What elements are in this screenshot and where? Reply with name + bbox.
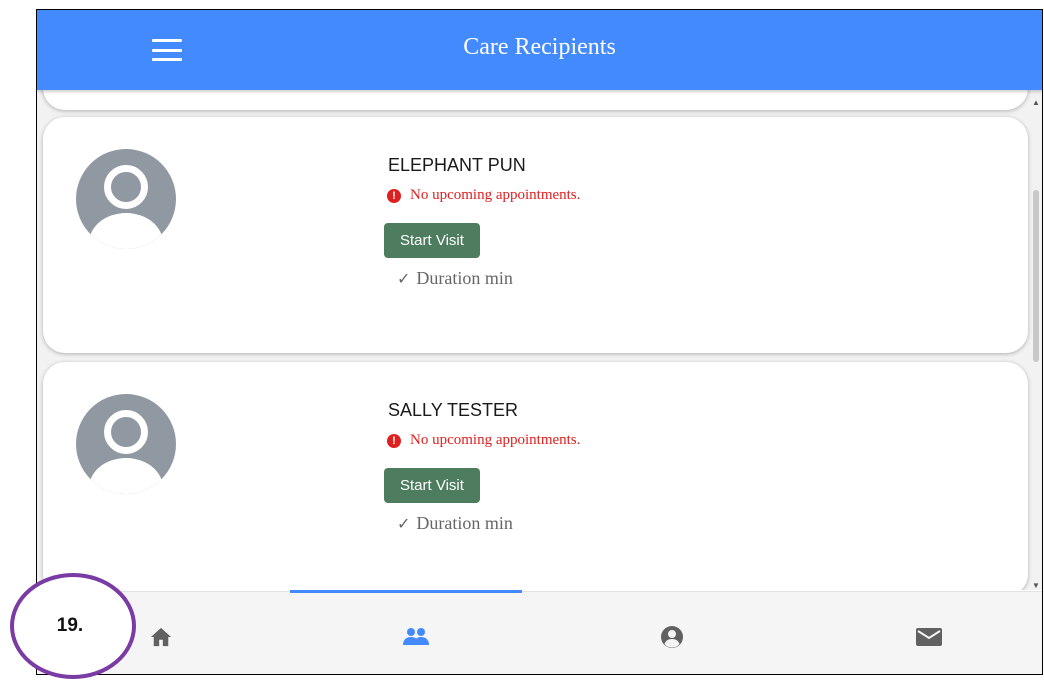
appointment-notice: ! No upcoming appointments. [387, 187, 580, 204]
mail-icon [916, 628, 942, 646]
duration-text: Duration min [416, 513, 513, 533]
start-visit-button[interactable]: Start Visit [384, 223, 480, 258]
nav-messages-button[interactable] [914, 622, 944, 652]
alert-circle-icon: ! [387, 433, 401, 448]
bottom-navigation [37, 590, 1042, 674]
app-window: Care Recipients ELEPHANT PUN ! No upcomi… [36, 9, 1043, 675]
recipient-name: SALLY TESTER [388, 400, 519, 420]
people-icon [403, 628, 429, 645]
appointment-notice-text: No upcoming appointments. [410, 432, 581, 448]
recipient-card: SALLY TESTER ! No upcoming appointments.… [43, 362, 1028, 590]
account-circle-icon [661, 626, 683, 648]
step-annotation-circle: 19. [10, 573, 136, 679]
recipient-list[interactable]: ELEPHANT PUN ! No upcoming appointments.… [37, 90, 1042, 590]
step-number-label: 19. [56, 615, 84, 636]
recipient-card: ELEPHANT PUN ! No upcoming appointments.… [43, 117, 1028, 353]
scrollbar-thumb[interactable] [1033, 190, 1039, 362]
scroll-down-arrow-icon[interactable]: ▼ [1032, 581, 1040, 590]
check-icon: ✓ [397, 515, 411, 533]
scrollbar[interactable]: ▲ ▼ [1032, 90, 1040, 590]
home-icon [151, 627, 171, 647]
scroll-up-arrow-icon[interactable]: ▲ [1032, 98, 1040, 107]
duration-status: ✓ Duration min [397, 268, 513, 289]
app-bar: Care Recipients [37, 10, 1042, 90]
recipient-card-previous [43, 90, 1028, 110]
appointment-notice: ! No upcoming appointments. [387, 432, 580, 449]
start-visit-button[interactable]: Start Visit [384, 468, 480, 503]
nav-care-recipients-button[interactable] [401, 622, 431, 652]
duration-status: ✓ Duration min [397, 513, 513, 534]
active-tab-indicator [290, 590, 522, 593]
duration-text: Duration min [416, 268, 513, 288]
alert-circle-icon: ! [387, 188, 401, 203]
page-title: Care Recipients [463, 34, 616, 60]
recipient-name: ELEPHANT PUN [388, 155, 526, 175]
appointment-notice-text: No upcoming appointments. [410, 187, 581, 203]
nav-home-button[interactable] [146, 622, 176, 652]
nav-account-button[interactable] [657, 622, 687, 652]
avatar-icon [76, 394, 176, 494]
avatar-icon [76, 149, 176, 249]
check-icon: ✓ [397, 270, 411, 288]
